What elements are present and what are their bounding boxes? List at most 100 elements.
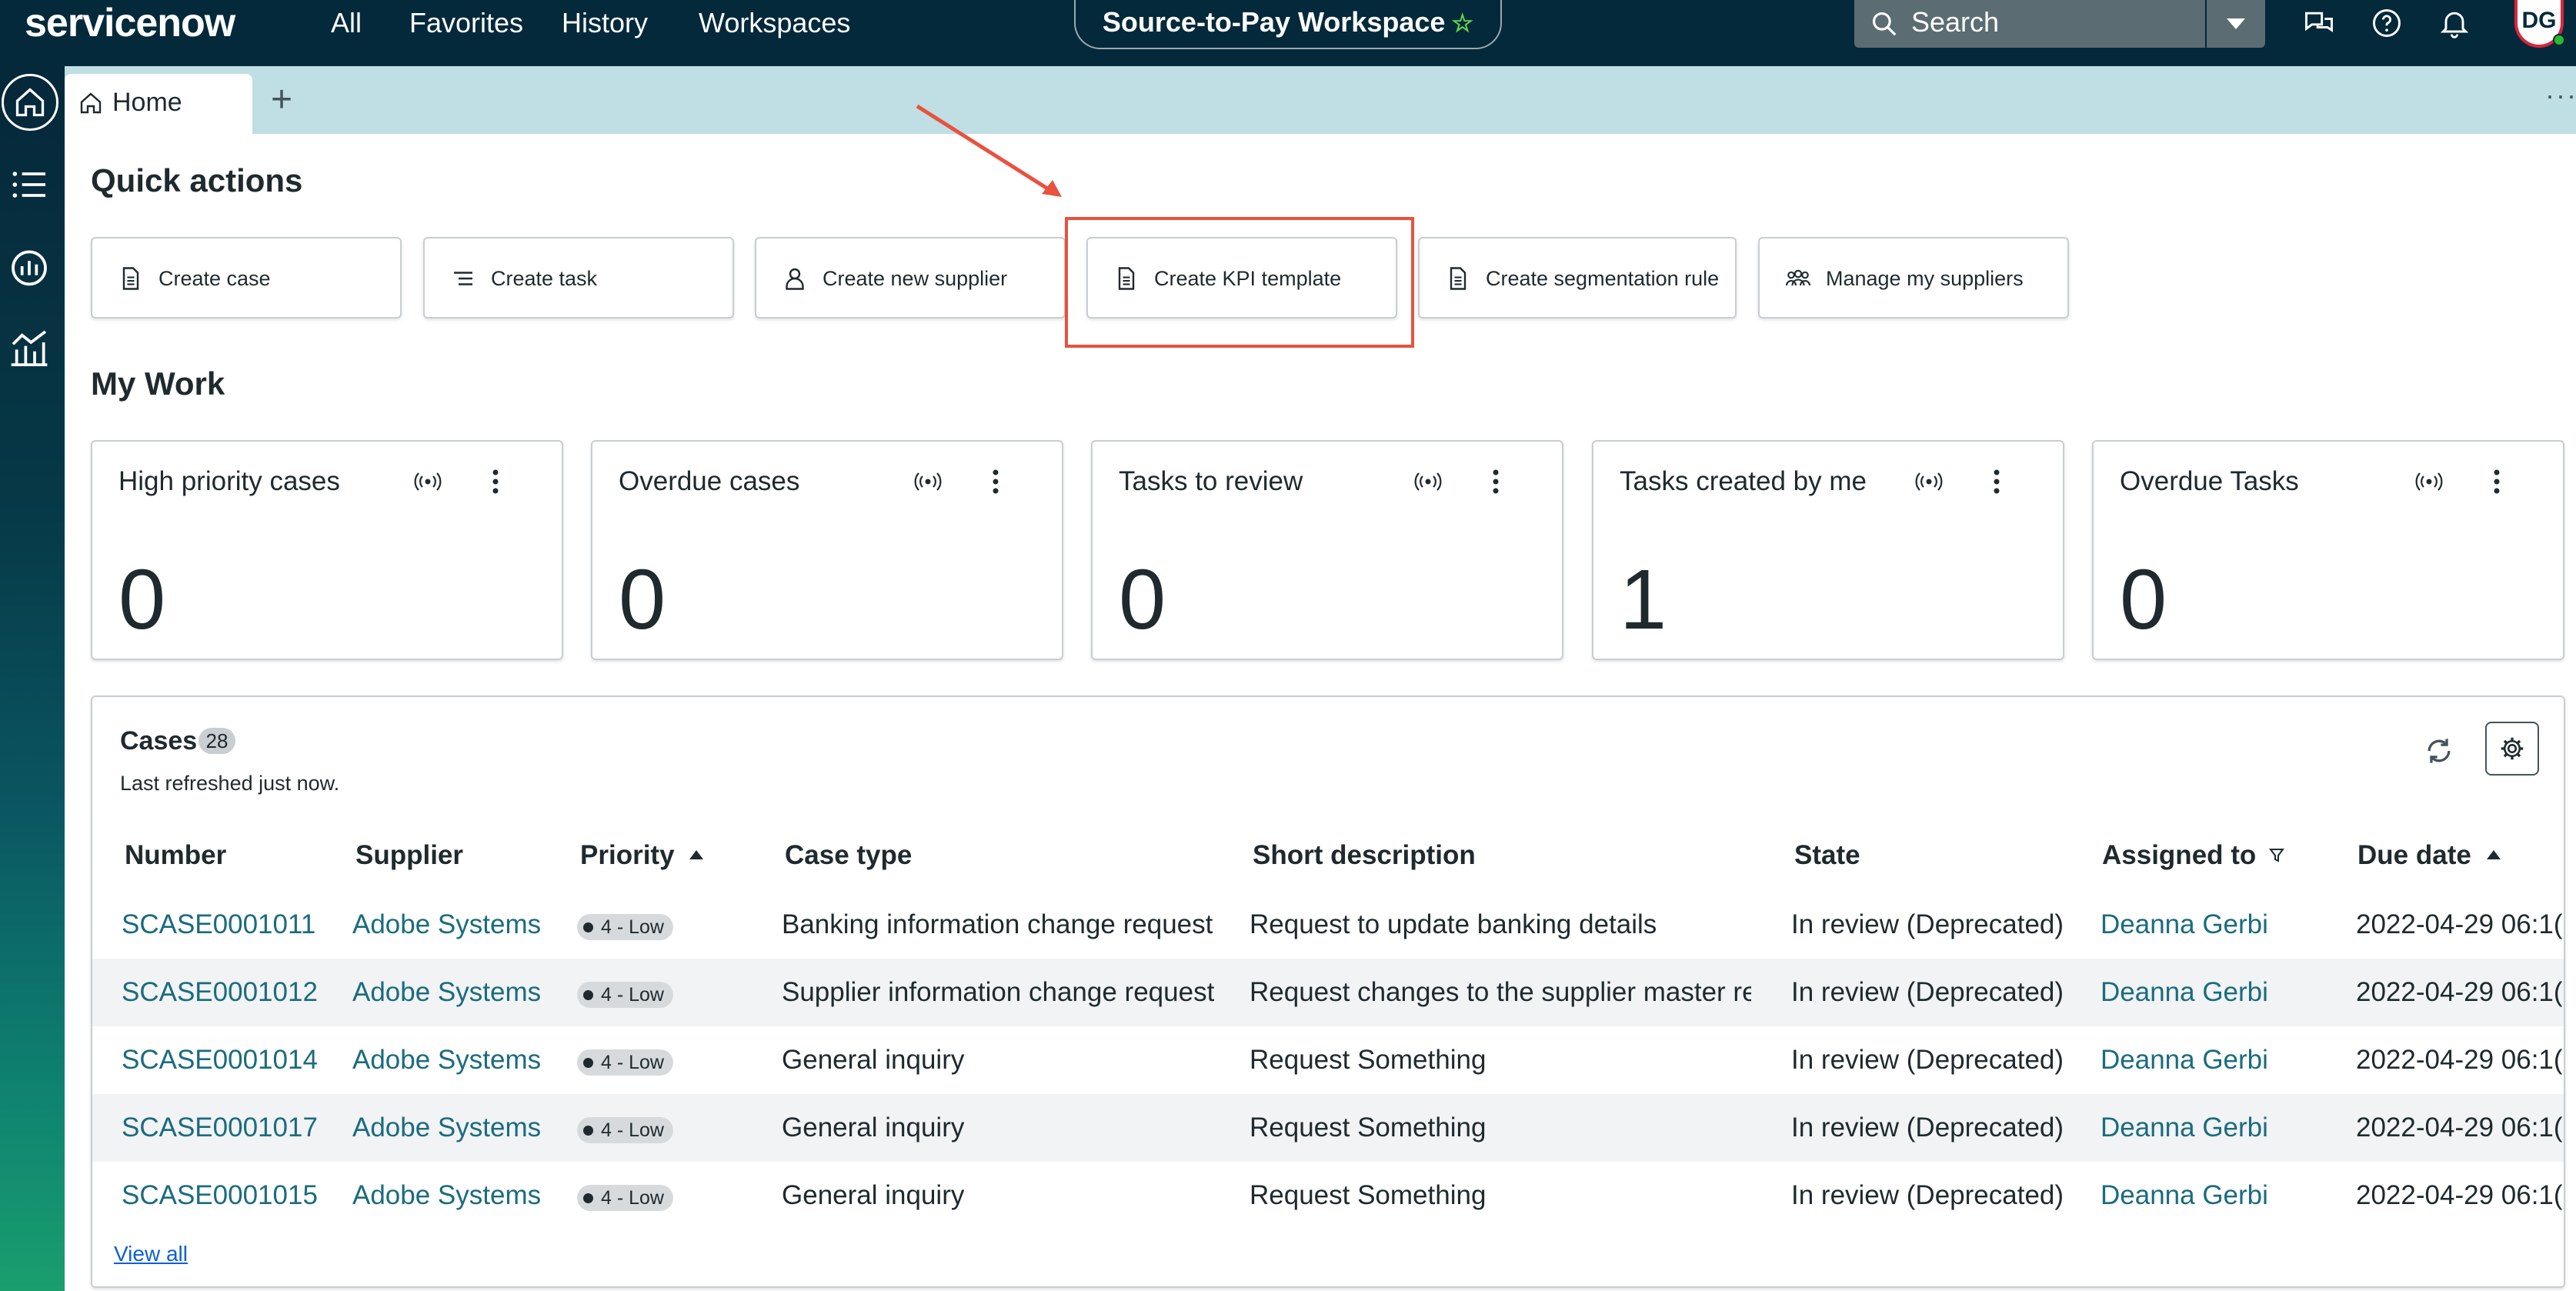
sort-ascending-icon [2486,850,2501,859]
case-type-cell: General inquiry [782,1045,965,1075]
kpi-card-tasks-created-by-me[interactable]: Tasks created by me 1 [1592,440,2064,660]
home-rail-button[interactable] [2,74,58,131]
annotation-arrow-icon [916,104,1062,197]
supplier-link[interactable]: Adobe Systems [352,1043,541,1077]
sort-ascending-icon [689,850,704,859]
refresh-icon[interactable] [2422,734,2456,768]
create-task-button[interactable]: Create task [423,237,734,319]
short-description-cell: Request changes to the supplier master r… [1250,977,1751,1007]
nav-workspaces[interactable]: Workspaces [699,6,850,40]
more-options-icon[interactable] [991,468,1000,495]
table-row[interactable]: SCASE0001017 Adobe Systems 4 - Low Gener… [92,1094,2564,1162]
more-options-icon[interactable]: ··· [2545,82,2576,109]
kpi-card-overdue-cases[interactable]: Overdue cases 0 [591,440,1063,660]
case-number-link[interactable]: SCASE0001011 [122,908,315,942]
assigned-to-link[interactable]: Deanna Gerbi [2101,1111,2268,1145]
quick-actions-heading: Quick actions [91,162,303,198]
top-navigation-bar: servicenow All Favorites History Workspa… [0,0,2576,66]
column-header-state[interactable]: State [1794,839,1860,872]
create-new-supplier-label: Create new supplier [823,267,1008,290]
case-number-link[interactable]: SCASE0001017 [122,1111,318,1145]
chat-icon[interactable] [2302,6,2336,40]
nav-all[interactable]: All [331,6,362,40]
create-segmentation-rule-button[interactable]: Create segmentation rule [1418,237,1737,319]
help-icon[interactable] [2370,6,2404,40]
case-type-cell: General inquiry [782,1180,965,1210]
column-header-due-date[interactable]: Due date [2357,839,2502,872]
case-type-cell: Banking information change request [782,909,1213,939]
case-number-link[interactable]: SCASE0001012 [122,976,318,1009]
add-tab-button[interactable]: + [271,82,292,118]
analytics-icon[interactable] [8,326,51,369]
create-new-supplier-button[interactable]: Create new supplier [755,237,1066,319]
manage-my-suppliers-button[interactable]: Manage my suppliers [1758,237,2069,319]
kpi-card-value: 1 [1620,552,1667,647]
case-number-link[interactable]: SCASE0001014 [122,1043,318,1077]
live-broadcast-icon [1915,472,1943,491]
more-options-icon[interactable] [491,468,500,495]
tab-home[interactable]: Home [65,74,252,134]
kpi-card-overdue-tasks[interactable]: Overdue Tasks 0 [2092,440,2564,660]
more-options-icon[interactable] [1491,468,1500,495]
dashboard-icon[interactable] [8,245,51,288]
kpi-card-tasks-to-review[interactable]: Tasks to review 0 [1091,440,1563,660]
priority-badge: 4 - Low [577,982,673,1008]
home-icon [80,92,102,114]
assigned-to-link[interactable]: Deanna Gerbi [2101,976,2268,1009]
due-date-cell: 2022-04-29 06:1( [2356,1045,2563,1075]
create-segmentation-rule-label: Create segmentation rule [1486,267,1720,290]
list-settings-button[interactable] [2485,722,2539,776]
table-row[interactable]: SCASE0001011 Adobe Systems 4 - Low Banki… [92,891,2564,959]
online-status-indicator [2553,34,2565,46]
due-date-cell: 2022-04-29 06:1( [2356,1113,2563,1143]
supplier-link[interactable]: Adobe Systems [352,1111,541,1145]
case-number-link[interactable]: SCASE0001015 [122,1179,318,1213]
kpi-card-title: High priority cases [118,466,340,496]
live-broadcast-icon [2415,472,2443,491]
chevron-down-icon [2227,18,2245,29]
more-options-icon[interactable] [1992,468,2001,495]
table-row[interactable]: SCASE0001015 Adobe Systems 4 - Low Gener… [92,1162,2564,1229]
search-icon [1872,12,1897,36]
column-header-case-type[interactable]: Case type [785,839,912,872]
case-type-cell: Supplier information change request [782,977,1215,1007]
assigned-to-link[interactable]: Deanna Gerbi [2101,1179,2268,1213]
column-header-number[interactable]: Number [125,839,226,872]
column-header-supplier[interactable]: Supplier [355,839,463,872]
column-header-priority[interactable]: Priority [580,839,705,872]
nav-favorites[interactable]: Favorites [409,6,523,40]
state-cell: In review (Deprecated) [1791,977,2064,1007]
kpi-card-title: Overdue Tasks [2120,466,2299,496]
cases-count-badge: 28 [199,728,235,754]
supplier-link[interactable]: Adobe Systems [352,908,541,942]
column-header-short-description[interactable]: Short description [1253,839,1476,872]
supplier-link[interactable]: Adobe Systems [352,1179,541,1213]
column-header-assigned-to[interactable]: Assigned to [2102,839,2285,872]
search-scope-dropdown[interactable] [2207,0,2265,48]
kpi-card-value: 0 [619,552,666,647]
column-header-assigned-to-label: Assigned to [2102,840,2257,870]
kpi-card-value: 0 [2120,552,2167,647]
create-case-button[interactable]: Create case [91,237,402,319]
tab-strip: Home + ··· [65,66,2576,134]
favorite-star-icon[interactable]: ☆ [1451,9,1473,37]
search-input[interactable]: Search [1854,0,2205,48]
workspace-title: Source-to-Pay Workspace [1102,6,1446,38]
workspace-title-pill[interactable]: Source-to-Pay Workspace ☆ [1074,0,1502,49]
more-options-icon[interactable] [2492,468,2501,495]
search-placeholder: Search [1911,6,2000,38]
assigned-to-link[interactable]: Deanna Gerbi [2101,1043,2268,1077]
notifications-bell-icon[interactable] [2438,6,2471,40]
supplier-link[interactable]: Adobe Systems [352,976,541,1009]
nav-history[interactable]: History [562,6,648,40]
kpi-card-high-priority-cases[interactable]: High priority cases 0 [91,440,563,660]
state-cell: In review (Deprecated) [1791,1180,2064,1210]
servicenow-logo[interactable]: servicenow [25,2,235,48]
table-row[interactable]: SCASE0001014 Adobe Systems 4 - Low Gener… [92,1026,2564,1094]
state-cell: In review (Deprecated) [1791,1045,2064,1075]
create-task-label: Create task [491,267,598,290]
assigned-to-link[interactable]: Deanna Gerbi [2101,908,2268,942]
table-row[interactable]: SCASE0001012 Adobe Systems 4 - Low Suppl… [92,959,2564,1026]
list-view-icon[interactable] [8,163,51,206]
view-all-link[interactable]: View all [114,1240,188,1268]
